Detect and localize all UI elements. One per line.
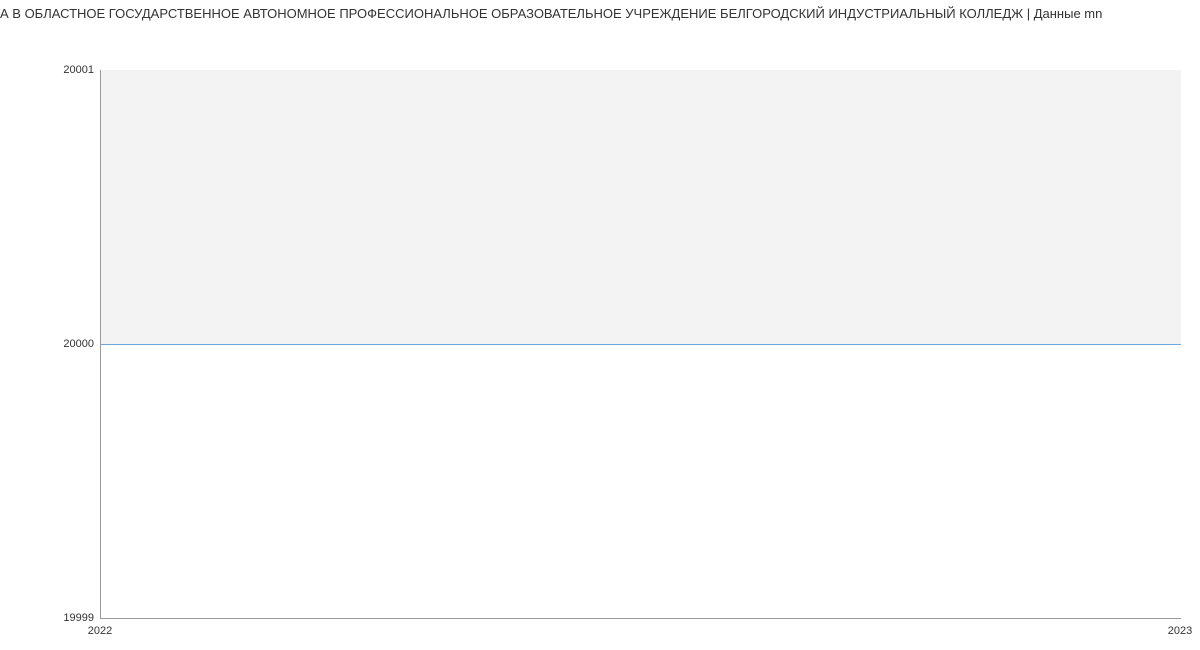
- y-tick-19999: 19999: [63, 612, 94, 624]
- series-area-fill: [101, 70, 1181, 344]
- series-line: [101, 344, 1181, 345]
- y-tick-20000: 20000: [63, 338, 94, 350]
- chart-area: 20001 20000 19999 2022 2023: [0, 25, 1200, 645]
- y-tick-20001: 20001: [63, 64, 94, 76]
- chart-title: А В ОБЛАСТНОЕ ГОСУДАРСТВЕННОЕ АВТОНОМНОЕ…: [0, 0, 1200, 25]
- plot-box: [100, 70, 1181, 619]
- x-tick-2022: 2022: [88, 625, 112, 637]
- x-tick-2023: 2023: [1168, 625, 1192, 637]
